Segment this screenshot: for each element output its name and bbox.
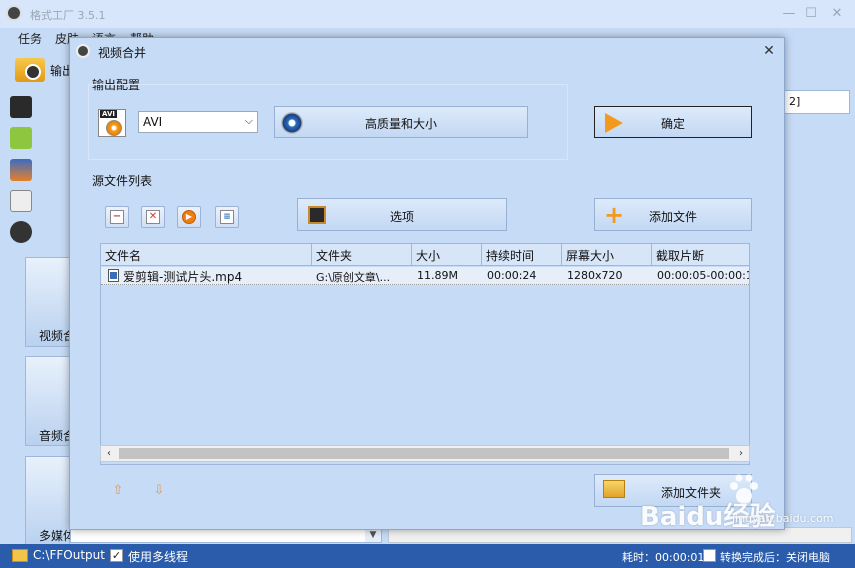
elapsed-time: 耗时：00:00:01 <box>622 551 705 564</box>
chevron-down-icon[interactable]: ⌵ <box>245 114 253 128</box>
add-file-button-label: 添加文件 <box>648 210 697 224</box>
close-window-icon[interactable]: ✕ <box>826 4 848 24</box>
folder-icon[interactable] <box>12 549 28 562</box>
play-icon: ▶ <box>182 210 196 224</box>
format-factory-logo-icon <box>6 5 22 21</box>
move-up-button[interactable]: ⇧ <box>108 483 128 501</box>
source-list-label: 源文件列表 <box>92 174 153 188</box>
output-folder-icon[interactable] <box>15 58 45 82</box>
column-header-folder[interactable]: 文件夹 <box>312 244 412 266</box>
audio-category-icon[interactable] <box>10 127 32 149</box>
cell-resolution: 1280x720 <box>567 269 623 282</box>
file-info-button[interactable]: ≡ <box>215 206 239 228</box>
remove-file-icon: − <box>110 210 124 224</box>
video-category-icon[interactable] <box>10 96 32 118</box>
clear-list-icon: ✕ <box>146 210 160 224</box>
format-select[interactable]: AVI ⌵ <box>138 111 258 133</box>
ok-button-label: 确定 <box>660 117 685 131</box>
scroll-right-icon[interactable]: › <box>733 446 749 461</box>
task-list-field: 2] <box>784 90 850 114</box>
options-button[interactable]: 选项 <box>297 198 507 231</box>
file-list-horizontal-scrollbar[interactable]: ‹ › <box>100 445 750 462</box>
video-merge-dialog: 视频合并 ✕ 输出配置 AVI AVI ⌵ 高质量和大小 确定 源文件列表 − … <box>69 37 785 530</box>
chevron-down-icon[interactable]: ▼ <box>365 528 381 542</box>
quality-button-label: 高质量和大小 <box>364 117 437 131</box>
quality-button[interactable]: 高质量和大小 <box>274 106 528 138</box>
clear-list-button[interactable]: ✕ <box>141 206 165 228</box>
after-done-label: 转换完成后：关闭电脑 <box>720 551 830 564</box>
statusbar: C:\FFOutput ✓ 使用多线程 耗时：00:00:01 转换完成后：关闭… <box>0 544 855 568</box>
column-header-filename[interactable]: 文件名 <box>101 244 312 266</box>
table-row[interactable]: 爱剪辑-测试片头.mp4 G:\原创文章\... 11.89M 00:00:24… <box>101 267 750 285</box>
remove-file-button[interactable]: − <box>105 206 129 228</box>
format-factory-logo-icon <box>76 44 90 58</box>
cell-folder: G:\原创文章\... <box>316 271 391 284</box>
column-header-size[interactable]: 大小 <box>412 244 482 266</box>
multithread-checkbox[interactable]: ✓ <box>110 549 123 562</box>
column-header-duration[interactable]: 持续时间 <box>482 244 562 266</box>
cell-filename: 爱剪辑-测试片头.mp4 <box>123 270 243 284</box>
output-path[interactable]: C:\FFOutput <box>33 548 105 562</box>
maximize-icon[interactable]: ☐ <box>800 4 822 24</box>
add-file-button[interactable]: + 添加文件 <box>594 198 752 231</box>
cell-size: 11.89M <box>417 269 458 282</box>
video-file-icon <box>108 269 119 282</box>
close-icon[interactable]: ✕ <box>760 42 778 60</box>
cell-clip: 00:00:05-00:00:14 <box>657 269 750 282</box>
main-window-title: 格式工厂 3.5.1 <box>30 9 106 22</box>
advanced-tools-icon[interactable] <box>10 221 32 243</box>
shutdown-checkbox[interactable] <box>703 549 716 562</box>
ok-button[interactable]: 确定 <box>594 106 752 138</box>
column-header-resolution[interactable]: 屏幕大小 <box>562 244 652 266</box>
baidu-watermark: Baidu经验 jingyan.baidu.com <box>620 470 834 532</box>
move-down-button[interactable]: ⇩ <box>149 483 169 501</box>
watermark-site: jingyan.baidu.com <box>732 512 834 525</box>
picture-category-icon[interactable] <box>10 159 32 181</box>
options-button-label: 选项 <box>389 210 414 224</box>
file-list-table[interactable]: 文件名 文件夹 大小 持续时间 屏幕大小 截取片断 爱剪辑-测试片头.mp4 G… <box>100 243 750 465</box>
dialog-titlebar: 视频合并 ✕ <box>70 38 784 64</box>
play-button[interactable]: ▶ <box>177 206 201 228</box>
menu-task[interactable]: 任务 <box>18 30 42 47</box>
rom-device-icon[interactable] <box>10 190 32 212</box>
scroll-left-icon[interactable]: ‹ <box>101 446 117 461</box>
avi-format-icon: AVI <box>98 109 126 137</box>
scrollbar-thumb[interactable] <box>119 448 729 459</box>
info-card-icon: ≡ <box>220 210 234 224</box>
column-header-clip[interactable]: 截取片断 <box>652 244 749 266</box>
multithread-label: 使用多线程 <box>128 550 189 564</box>
cell-duration: 00:00:24 <box>487 269 537 282</box>
dialog-title: 视频合并 <box>98 46 147 60</box>
format-select-value: AVI <box>143 115 163 129</box>
main-titlebar: 格式工厂 3.5.1 — ☐ ✕ <box>0 0 855 28</box>
minimize-icon[interactable]: — <box>778 4 800 24</box>
